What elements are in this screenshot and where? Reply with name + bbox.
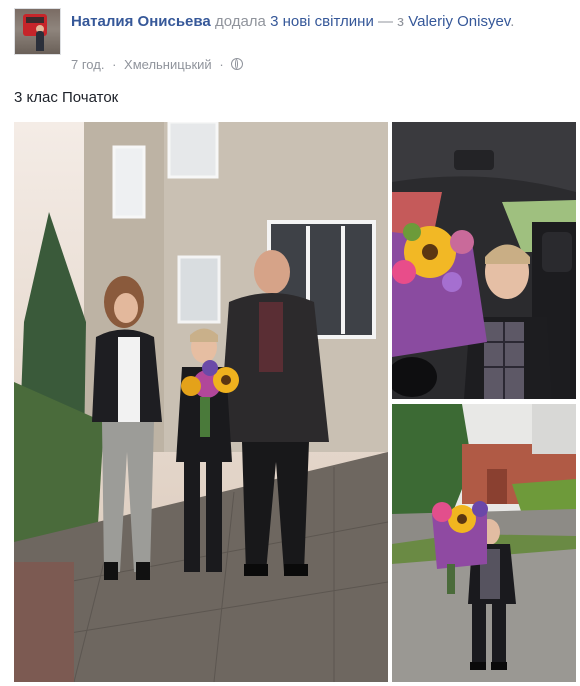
photos-link[interactable]: 3 нові світлини	[270, 13, 374, 30]
yard-photo[interactable]	[392, 404, 576, 682]
feed-post: Наталия Онисьева додала 3 нові світлини …	[0, 0, 580, 686]
post-headline: Наталия Онисьева додала 3 нові світлини …	[71, 11, 531, 32]
author-avatar[interactable]	[14, 8, 61, 55]
car-photo[interactable]	[392, 122, 576, 399]
meta-separator-2: ·	[219, 57, 224, 72]
yard-photo-image	[392, 404, 576, 682]
post-caption: 3 клас Початок	[14, 89, 119, 106]
post-time-link[interactable]: 7 год.	[71, 57, 104, 72]
meta-separator: ·	[112, 57, 117, 72]
car-photo-image	[392, 122, 576, 399]
action-text: додала	[214, 13, 266, 30]
globe-icon[interactable]	[231, 58, 244, 70]
tagged-user-link[interactable]: Valeriy Onisyev	[408, 13, 510, 30]
post-meta: 7 год. · Хмельницький ·	[71, 57, 247, 73]
author-name-link[interactable]: Наталия Онисьева	[71, 13, 211, 30]
tagged-suffix: .	[510, 13, 515, 30]
with-text: — з	[378, 13, 405, 30]
family-photo[interactable]	[14, 122, 388, 682]
location-link[interactable]: Хмельницький	[124, 57, 212, 72]
family-photo-image	[14, 122, 388, 682]
